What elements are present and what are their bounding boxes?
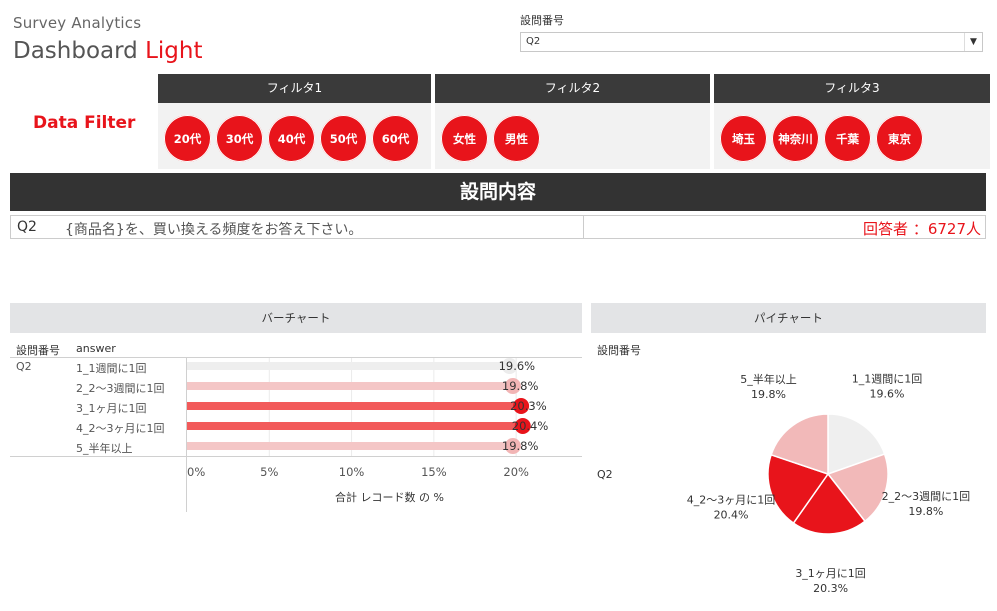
pie-category-label: 3_1ヶ月に1回 bbox=[795, 567, 866, 580]
pie-value-label: 20.3% bbox=[813, 582, 848, 595]
pie-value-label: 19.8% bbox=[908, 505, 943, 518]
pie-value-label: 19.6% bbox=[869, 388, 904, 401]
pie-category-label: 2_2～3週間に1回 bbox=[882, 490, 971, 503]
pie-value-label: 20.4% bbox=[714, 508, 749, 521]
pie-category-label: 5_半年以上 bbox=[740, 372, 797, 386]
pie-category-label: 4_2～3ヶ月に1回 bbox=[687, 493, 776, 506]
pie-chart: 1_1週間に1回 19.6% 2_2～3週間に1回 19.8% 3_1ヶ月に1回 20.3… bbox=[687, 372, 971, 595]
pie-category-label: 1_1週間に1回 bbox=[852, 373, 923, 386]
pie-value-label: 19.8% bbox=[751, 388, 786, 401]
